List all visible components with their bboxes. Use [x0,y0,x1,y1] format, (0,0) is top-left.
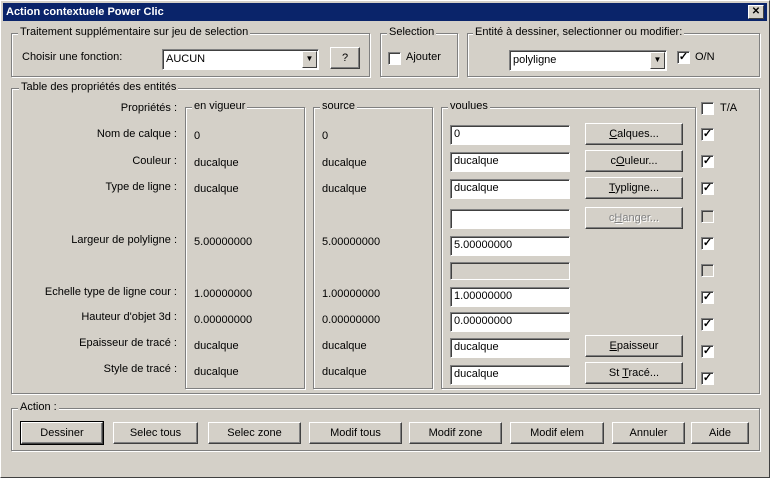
annuler-button[interactable]: Annuler [612,422,685,444]
row-checkbox[interactable]: ✓ [701,155,714,168]
nom-de-calque-input[interactable]: 0 [450,125,570,145]
close-icon[interactable]: ✕ [748,5,764,19]
vigueur-value: 5.00000000 [194,236,253,248]
changer-input[interactable] [450,209,570,229]
source-value: ducalque [322,340,367,352]
changer-button[interactable]: cHanger... [585,207,683,229]
epaisseur-input[interactable]: ducalque [450,338,570,358]
entity-select[interactable]: polyligne ▼ [509,50,667,71]
source-value: ducalque [322,157,367,169]
hauteur-input[interactable]: 0.00000000 [450,312,570,332]
row-checkbox[interactable]: ✓ [701,291,714,304]
action-group-title: Action : [18,401,59,413]
properties-table-title: Table des propriétés des entités [19,81,179,93]
largeur-input[interactable]: 5.00000000 [450,236,570,256]
title-bar[interactable]: Action contextuele Power Clic ✕ [3,3,767,21]
row-label-epaisseur: Epaisseur de tracé : [79,337,177,349]
vigueur-header: en vigueur [192,100,248,112]
function-select[interactable]: AUCUN ▼ [162,49,319,70]
row-label-couleur: Couleur : [132,155,177,167]
vigueur-value: ducalque [194,183,239,195]
function-label: Choisir une fonction: [22,51,123,63]
vigueur-value: 0.00000000 [194,314,253,326]
type-de-ligne-input[interactable]: ducalque [450,179,570,199]
row-label-nom-de-calque: Nom de calque : [96,128,177,140]
dessiner-button[interactable]: Dessiner [20,421,104,445]
ta-checkbox[interactable] [701,102,714,115]
couleur-input[interactable]: ducalque [450,152,570,172]
source-value: ducalque [322,183,367,195]
vigueur-value: ducalque [194,366,239,378]
vigueur-value: 1.00000000 [194,288,253,300]
on-label: O/N [695,51,715,63]
row-checkbox[interactable]: ✓ [701,182,714,195]
selec-tous-button[interactable]: Selec tous [113,422,198,444]
selection-box-title: Selection [387,26,437,38]
calques-button[interactable]: Calques... [585,123,683,145]
vigueur-value: 0 [194,130,201,142]
chevron-down-icon[interactable]: ▼ [650,52,665,69]
props-header: Propriétés : [120,102,177,114]
epaisseur-button[interactable]: Epaisseur [585,335,683,357]
vigueur-value: ducalque [194,157,239,169]
help-button[interactable]: ? [330,47,360,69]
row-checkbox [701,264,714,277]
entity-select-value: polyligne [513,54,557,66]
row-checkbox[interactable]: ✓ [701,237,714,250]
row-label-style: Style de tracé : [103,363,177,375]
source-value: 1.00000000 [322,288,381,300]
modif-zone-button[interactable]: Modif zone [409,422,502,444]
st-trace-button[interactable]: St Tracé... [585,362,683,384]
couleur-button[interactable]: cOuleur... [585,150,683,172]
voulues-header: voulues [448,100,490,112]
row-checkbox[interactable]: ✓ [701,345,714,358]
disabled-input [450,262,570,280]
echelle-input[interactable]: 1.00000000 [450,287,570,307]
style-input[interactable]: ducalque [450,365,570,385]
function-select-value: AUCUN [166,53,206,65]
entity-group-title: Entité à dessiner, selectionner ou modif… [473,26,685,38]
source-value: 0 [322,130,329,142]
selection-function-group-title: Traitement supplémentaire sur jeu de sel… [18,26,251,38]
row-checkbox[interactable]: ✓ [701,372,714,385]
typligne-button[interactable]: Typligne... [585,177,683,199]
ta-label: T/A [720,102,738,114]
row-checkbox[interactable]: ✓ [701,318,714,331]
source-value: 0.00000000 [322,314,381,326]
dialog-window: Action contextuele Power Clic ✕ Traiteme… [0,0,770,478]
ajouter-checkbox[interactable] [388,52,401,65]
row-checkbox[interactable] [701,210,714,223]
aide-button[interactable]: Aide [691,422,749,444]
vigueur-value: ducalque [194,340,239,352]
on-checkbox[interactable]: ✓ [677,51,690,64]
row-checkbox[interactable]: ✓ [701,128,714,141]
modif-tous-button[interactable]: Modif tous [309,422,402,444]
window-title: Action contextuele Power Clic [6,6,164,18]
chevron-down-icon[interactable]: ▼ [302,51,317,68]
source-value: ducalque [322,366,367,378]
ajouter-label: Ajouter [406,51,441,63]
row-label-echelle: Echelle type de ligne cour : [44,286,177,298]
row-label-type-de-ligne: Type de ligne : [105,181,177,193]
source-value: 5.00000000 [322,236,381,248]
modif-elem-button[interactable]: Modif elem [510,422,604,444]
row-label-largeur-de-polyligne: Largeur de polyligne : [71,234,177,246]
source-header: source [320,100,358,112]
selec-zone-button[interactable]: Selec zone [208,422,301,444]
row-label-hauteur: Hauteur d'objet 3d : [81,311,177,323]
